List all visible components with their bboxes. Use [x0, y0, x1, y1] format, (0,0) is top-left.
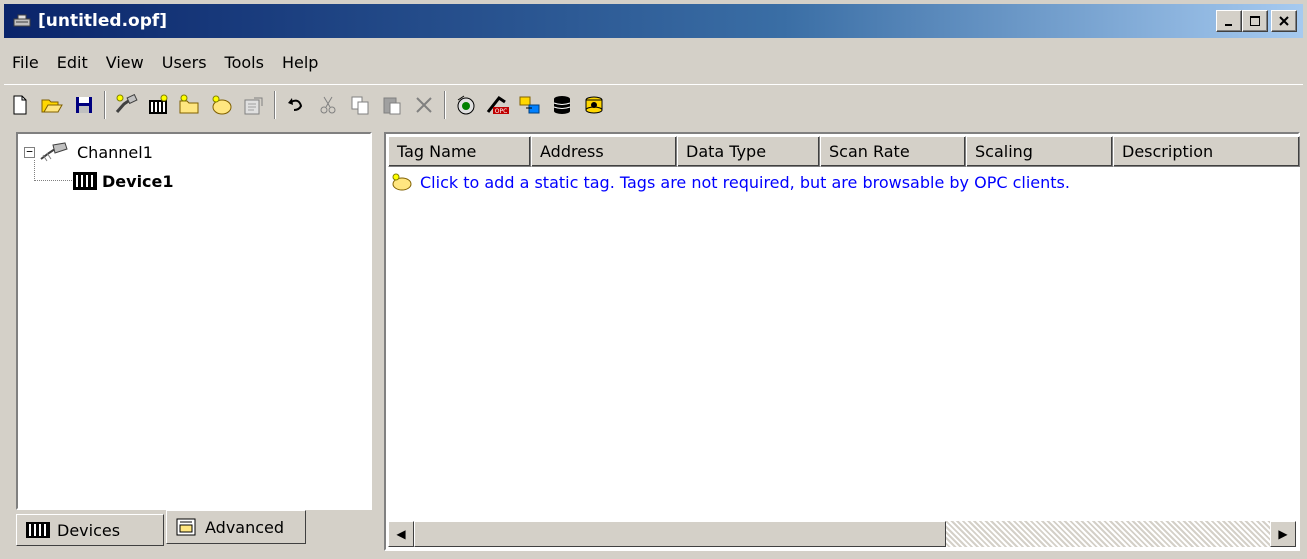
- new-device-icon[interactable]: [142, 89, 174, 121]
- tree-node-channel[interactable]: − Channel1: [24, 140, 153, 164]
- opc-icon[interactable]: OPC: [482, 89, 514, 121]
- column-address[interactable]: Address: [531, 136, 677, 167]
- arrow-left-icon: ◀: [396, 527, 406, 541]
- menu-bar: File Edit View Users Tools Help: [4, 44, 327, 80]
- new-tag-icon: [390, 172, 414, 192]
- arrow-right-icon: ▶: [1278, 527, 1288, 541]
- column-scan-rate[interactable]: Scan Rate: [820, 136, 966, 167]
- close-icon: [1279, 16, 1289, 26]
- maximize-button[interactable]: [1242, 10, 1268, 32]
- toolbar-separator: [274, 91, 276, 119]
- new-channel-icon[interactable]: [110, 89, 142, 121]
- tab-advanced[interactable]: Advanced: [166, 510, 306, 544]
- tree-connector: [34, 180, 72, 181]
- tab-advanced-label: Advanced: [205, 517, 285, 537]
- save-icon[interactable]: [68, 89, 100, 121]
- tree-node-device[interactable]: Device1: [72, 169, 174, 193]
- maximize-icon: [1250, 16, 1260, 26]
- copy-icon[interactable]: [344, 89, 376, 121]
- add-static-tag-row[interactable]: Click to add a static tag. Tags are not …: [390, 172, 1070, 192]
- database-alt-icon[interactable]: [578, 89, 610, 121]
- database-icon[interactable]: [546, 89, 578, 121]
- toolbar-separator: [444, 91, 446, 119]
- menu-edit[interactable]: Edit: [48, 53, 97, 72]
- tag-list-panel[interactable]: Tag Name Address Data Type Scan Rate Sca…: [384, 132, 1300, 551]
- scroll-left-button[interactable]: ◀: [388, 521, 414, 547]
- window-title: [untitled.opf]: [38, 11, 168, 31]
- minimize-button[interactable]: [1216, 10, 1242, 32]
- delete-icon[interactable]: [408, 89, 440, 121]
- toolbar-separator: [104, 91, 106, 119]
- caption-buttons: [1216, 10, 1297, 32]
- add-static-tag-text: Click to add a static tag. Tags are not …: [420, 172, 1070, 192]
- new-file-icon[interactable]: [4, 89, 36, 121]
- column-scaling[interactable]: Scaling: [966, 136, 1113, 167]
- scroll-right-button[interactable]: ▶: [1270, 521, 1296, 547]
- menu-file[interactable]: File: [4, 53, 48, 72]
- tab-devices[interactable]: Devices: [16, 514, 164, 546]
- advanced-icon: [175, 517, 197, 537]
- channel-icon: [39, 141, 71, 163]
- device-tree-panel[interactable]: − Channel1 Device1: [16, 132, 372, 510]
- quick-client-icon[interactable]: [450, 89, 482, 121]
- open-folder-icon[interactable]: [36, 89, 68, 121]
- title-bar[interactable]: [untitled.opf]: [4, 4, 1303, 38]
- svg-text:OPC: OPC: [495, 108, 508, 115]
- device-label: Device1: [102, 171, 174, 191]
- collapse-expander[interactable]: −: [24, 146, 35, 158]
- tab-devices-label: Devices: [57, 520, 121, 540]
- cut-icon[interactable]: [312, 89, 344, 121]
- new-tag-group-icon[interactable]: [174, 89, 206, 121]
- toolbar: OPC: [4, 84, 1303, 125]
- scroll-thumb[interactable]: [414, 521, 946, 547]
- tag-list-header: Tag Name Address Data Type Scan Rate Sca…: [388, 136, 1300, 167]
- column-data-type[interactable]: Data Type: [677, 136, 820, 167]
- menu-tools[interactable]: Tools: [216, 53, 273, 72]
- menu-users[interactable]: Users: [153, 53, 216, 72]
- data-exchange-icon[interactable]: [514, 89, 546, 121]
- close-button[interactable]: [1271, 10, 1297, 32]
- channel-label: Channel1: [77, 142, 153, 162]
- column-tag-name[interactable]: Tag Name: [388, 136, 531, 167]
- kepware-server-icon: [12, 13, 34, 29]
- device-icon: [72, 171, 98, 191]
- device-icon: [25, 521, 51, 539]
- menu-help[interactable]: Help: [273, 53, 327, 72]
- undo-icon[interactable]: [280, 89, 312, 121]
- properties-icon[interactable]: [238, 89, 270, 121]
- horizontal-scrollbar[interactable]: ◀ ▶: [388, 521, 1296, 547]
- column-description[interactable]: Description: [1113, 136, 1300, 167]
- menu-view[interactable]: View: [97, 53, 153, 72]
- new-tag-icon[interactable]: [206, 89, 238, 121]
- application-window: [untitled.opf] File Edit View Users Tool…: [0, 0, 1307, 559]
- paste-icon[interactable]: [376, 89, 408, 121]
- minimize-icon: [1225, 24, 1232, 26]
